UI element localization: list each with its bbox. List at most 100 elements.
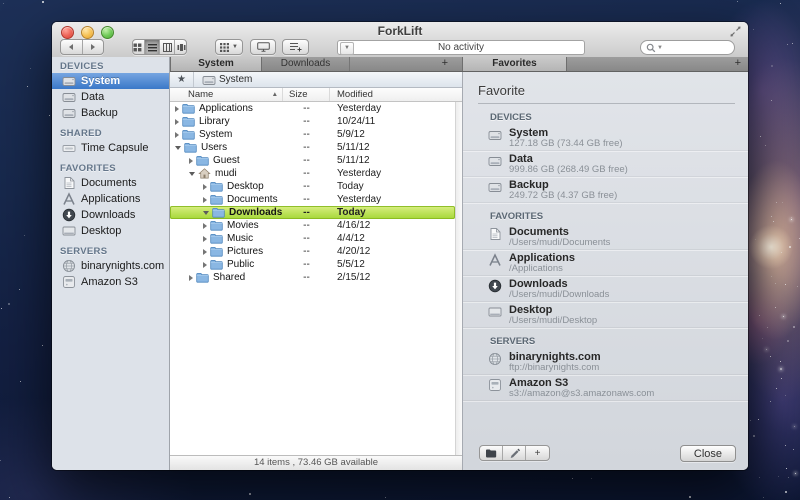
favorite-item-backup[interactable]: Backup249.72 GB (4.37 GB free): [463, 177, 748, 203]
disclosure-closed-icon[interactable]: [203, 184, 207, 190]
disclosure-closed-icon[interactable]: [189, 158, 193, 164]
column-header-name[interactable]: Name ▲: [170, 88, 283, 101]
sidebar-item-documents[interactable]: Documents: [52, 175, 169, 191]
tab-downloads[interactable]: Downloads: [262, 57, 350, 71]
favorite-item-amazon-s3[interactable]: Amazon S3s3://amazon@s3.amazonaws.com: [463, 375, 748, 401]
right-pane-new-tab-button[interactable]: +: [735, 57, 741, 70]
column-header-size[interactable]: Size: [283, 88, 330, 101]
file-size: --: [283, 259, 330, 270]
file-row-desktop[interactable]: Desktop--Today: [170, 180, 455, 193]
scrollbar-track[interactable]: [455, 102, 462, 455]
file-row-mudi[interactable]: mudi--Yesterday: [170, 167, 455, 180]
close-button[interactable]: Close: [680, 445, 736, 462]
sidebar-item-amazon-s3[interactable]: Amazon S3: [52, 274, 169, 290]
favorite-item-system[interactable]: System127.18 GB (73.44 GB free): [463, 125, 748, 151]
remote-connect-button[interactable]: [250, 39, 276, 55]
file-name: Music: [227, 233, 253, 244]
back-button[interactable]: [61, 40, 83, 54]
favorite-item-downloads[interactable]: Downloads/Users/mudi/Downloads: [463, 276, 748, 302]
file-row-library[interactable]: Library--10/24/11: [170, 115, 455, 128]
file-row-guest[interactable]: Guest--5/11/12: [170, 154, 455, 167]
new-list-button[interactable]: [282, 39, 309, 55]
disclosure-open-icon[interactable]: [203, 211, 209, 215]
file-row-system[interactable]: System--5/9/12: [170, 128, 455, 141]
fullscreen-icon[interactable]: [729, 25, 742, 38]
sidebar-item-label: Applications: [81, 193, 140, 205]
file-size: --: [283, 168, 330, 179]
s3-icon: [62, 275, 76, 289]
sidebar-item-backup[interactable]: Backup: [52, 105, 169, 121]
file-row-pictures[interactable]: Pictures--4/20/12: [170, 245, 455, 258]
favorite-item-data[interactable]: Data999.86 GB (268.49 GB free): [463, 151, 748, 177]
sidebar-item-desktop[interactable]: Desktop: [52, 223, 169, 239]
disclosure-closed-icon[interactable]: [203, 236, 207, 242]
disclosure-closed-icon[interactable]: [203, 197, 207, 203]
disclosure-closed-icon[interactable]: [175, 132, 179, 138]
tab-favorites[interactable]: Favorites: [462, 57, 567, 71]
forward-button[interactable]: [83, 40, 104, 54]
file-row-shared[interactable]: Shared--2/15/12: [170, 271, 455, 284]
sidebar-item-system[interactable]: System: [52, 73, 169, 89]
disclosure-closed-icon[interactable]: [189, 275, 193, 281]
file-row-documents[interactable]: Documents--Yesterday: [170, 193, 455, 206]
sidebar-section-favorites: FAVORITES: [52, 161, 169, 175]
search-field[interactable]: ▼: [640, 40, 735, 55]
search-scope-chevron-icon[interactable]: ▼: [657, 45, 663, 51]
tab-system[interactable]: System: [170, 57, 262, 71]
column-view-button[interactable]: [160, 40, 175, 54]
edit-favorite-button[interactable]: [503, 446, 526, 460]
right-pane-tabs: Favorites +: [462, 57, 748, 71]
navigation-buttons: [60, 39, 104, 55]
file-row-applications[interactable]: Applications--Yesterday: [170, 102, 455, 115]
sidebar-item-applications[interactable]: Applications: [52, 191, 169, 207]
column-header-modified[interactable]: Modified: [330, 88, 373, 101]
list-view-button[interactable]: [145, 40, 160, 54]
coverflow-view-button[interactable]: [175, 40, 188, 54]
sidebar-item-label: Desktop: [81, 225, 121, 237]
file-size: --: [283, 142, 330, 153]
sidebar-item-binarynights-com[interactable]: binarynights.com: [52, 258, 169, 274]
breadcrumb-label: System: [219, 74, 252, 85]
breadcrumb-item[interactable]: System: [194, 73, 252, 86]
disclosure-closed-icon[interactable]: [203, 223, 207, 229]
folder-icon: [210, 181, 223, 192]
disclosure-closed-icon[interactable]: [203, 249, 207, 255]
disclosure-open-icon[interactable]: [175, 146, 181, 150]
tab-bar: SystemDownloads + Favorites +: [170, 57, 748, 72]
disclosure-open-icon[interactable]: [189, 172, 195, 176]
sort-ascending-icon: ▲: [272, 88, 278, 101]
file-name: Movies: [227, 220, 259, 231]
file-row-movies[interactable]: Movies--4/16/12: [170, 219, 455, 232]
file-row-music[interactable]: Music--4/4/12: [170, 232, 455, 245]
folder-icon: [210, 194, 223, 205]
icon-view-button[interactable]: [131, 40, 145, 54]
favorites-star-button[interactable]: ★: [170, 72, 194, 87]
file-row-public[interactable]: Public--5/5/12: [170, 258, 455, 271]
folder-icon: [210, 220, 223, 231]
disclosure-closed-icon[interactable]: [175, 119, 179, 125]
folder-icon: [182, 129, 195, 140]
sidebar-item-data[interactable]: Data: [52, 89, 169, 105]
add-favorite-button[interactable]: +: [526, 446, 549, 460]
new-folder-favorite-button[interactable]: [480, 446, 503, 460]
disclosure-closed-icon[interactable]: [203, 262, 207, 268]
window-titlebar[interactable]: ForkLift: [52, 22, 748, 58]
sidebar-item-downloads[interactable]: Downloads: [52, 207, 169, 223]
favorite-detail: /Users/mudi/Documents: [509, 238, 610, 248]
favorite-item-applications[interactable]: Applications/Applications: [463, 250, 748, 276]
file-row-downloads[interactable]: Downloads--Today: [170, 206, 455, 219]
sidebar-item-label: Data: [81, 91, 104, 103]
file-name: Desktop: [227, 181, 264, 192]
disclosure-closed-icon[interactable]: [175, 106, 179, 112]
file-row-users[interactable]: Users--5/11/12: [170, 141, 455, 154]
search-input[interactable]: [664, 42, 729, 53]
favorite-item-desktop[interactable]: Desktop/Users/mudi/Desktop: [463, 302, 748, 328]
favorite-item-documents[interactable]: Documents/Users/mudi/Documents: [463, 224, 748, 250]
favorite-item-binarynights-com[interactable]: binarynights.comftp://binarynights.com: [463, 349, 748, 375]
file-modified: 5/11/12: [337, 142, 370, 153]
sidebar-item-time-capsule[interactable]: Time Capsule: [52, 140, 169, 156]
arrange-menu-button[interactable]: ▼: [215, 39, 243, 55]
left-pane-new-tab-button[interactable]: +: [442, 57, 448, 70]
status-bar: 14 items , 73.46 GB available: [170, 455, 462, 470]
activity-dropdown-button[interactable]: ▼: [340, 42, 354, 55]
